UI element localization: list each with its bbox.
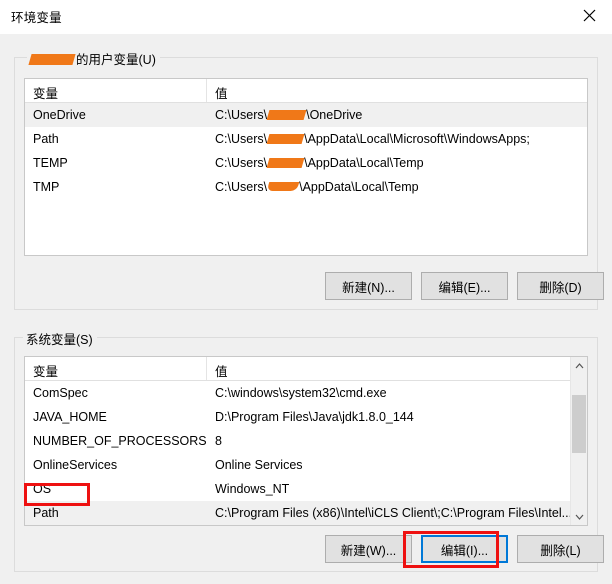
user-variables-group: 的用户变量(U) 变量 值 OneDrive C:\Users\ \OneDriv… bbox=[14, 49, 604, 310]
user-row-name: TEMP bbox=[33, 156, 68, 170]
system-row-name: NUMBER_OF_PROCESSORS bbox=[33, 434, 207, 448]
scroll-up-button[interactable] bbox=[571, 357, 587, 374]
close-icon bbox=[583, 9, 595, 21]
user-variables-list[interactable]: 变量 值 OneDrive C:\Users\ \OneDrive Path C:… bbox=[24, 78, 588, 256]
system-row-value: 8 bbox=[215, 434, 222, 448]
system-column-header-value[interactable]: 值 bbox=[207, 357, 587, 380]
user-row-name: OneDrive bbox=[33, 108, 86, 122]
window-title: 环境变量 bbox=[11, 11, 62, 25]
system-row-path[interactable]: Path C:\Program Files (x86)\Intel\iCLS C… bbox=[25, 501, 587, 525]
redacted-username bbox=[266, 133, 305, 144]
user-column-header-value[interactable]: 值 bbox=[207, 79, 587, 102]
user-row-value: C:\Users\ \AppData\Local\Temp bbox=[215, 156, 424, 170]
system-row-name: OnlineServices bbox=[33, 458, 118, 472]
system-list-header: 变量 值 bbox=[25, 357, 587, 381]
system-row-name: ComSpec bbox=[33, 386, 88, 400]
redacted-username-legend bbox=[28, 54, 76, 66]
system-row-comspec[interactable]: ComSpec C:\windows\system32\cmd.exe bbox=[25, 381, 587, 405]
system-column-header-name[interactable]: 变量 bbox=[25, 357, 207, 380]
system-row-value: Online Services bbox=[215, 458, 303, 472]
system-list-scrollbar[interactable] bbox=[570, 357, 587, 525]
system-row-onlineservices[interactable]: OnlineServices Online Services bbox=[25, 453, 587, 477]
user-row-temp[interactable]: TEMP C:\Users\ \AppData\Local\Temp bbox=[25, 151, 587, 175]
user-row-name: Path bbox=[33, 132, 59, 146]
redacted-username bbox=[266, 109, 307, 120]
user-row-value: C:\Users\ \AppData\Local\Temp bbox=[215, 180, 419, 194]
system-edit-button[interactable]: 编辑(I)... bbox=[421, 535, 508, 563]
user-column-header-name[interactable]: 变量 bbox=[25, 79, 207, 102]
user-variables-legend: 的用户变量(U) bbox=[27, 49, 160, 68]
system-row-number-of-processors[interactable]: NUMBER_OF_PROCESSORS 8 bbox=[25, 429, 587, 453]
chevron-up-icon bbox=[575, 362, 583, 368]
close-button[interactable] bbox=[566, 0, 612, 30]
system-list-rows: ComSpec C:\windows\system32\cmd.exe JAVA… bbox=[25, 381, 587, 526]
scrollbar-thumb[interactable] bbox=[572, 395, 586, 453]
redacted-username bbox=[266, 157, 305, 168]
system-variables-legend: 系统变量(S) bbox=[23, 329, 97, 348]
user-row-value: C:\Users\ \AppData\Local\Microsoft\Window… bbox=[215, 132, 530, 146]
chevron-down-icon bbox=[575, 514, 583, 520]
user-list-header: 变量 值 bbox=[25, 79, 587, 103]
system-delete-button[interactable]: 删除(L) bbox=[517, 535, 604, 563]
system-row-name: OS bbox=[33, 482, 52, 496]
system-row-value: D:\Program Files\Java\jdk1.8.0_144 bbox=[215, 410, 414, 424]
user-list-rows: OneDrive C:\Users\ \OneDrive Path C:\User… bbox=[25, 103, 587, 199]
system-row-value: Windows_NT bbox=[215, 482, 290, 496]
system-row-os[interactable]: OS Windows_NT bbox=[25, 477, 587, 501]
system-row-value: C:\Program Files (x86)\Intel\iCLS Client… bbox=[215, 506, 573, 520]
user-row-path[interactable]: Path C:\Users\ \AppData\Local\Microsoft\W… bbox=[25, 127, 587, 151]
system-new-button[interactable]: 新建(W)... bbox=[325, 535, 412, 563]
scroll-down-button[interactable] bbox=[571, 508, 587, 525]
user-row-name: TMP bbox=[33, 180, 60, 194]
title-bar: 环境变量 bbox=[0, 0, 612, 34]
user-row-onedrive[interactable]: OneDrive C:\Users\ \OneDrive bbox=[25, 103, 587, 127]
user-row-value: C:\Users\ \OneDrive bbox=[215, 108, 363, 122]
user-new-button[interactable]: 新建(N)... bbox=[325, 272, 412, 300]
redacted-username bbox=[266, 182, 300, 192]
system-row-name: JAVA_HOME bbox=[33, 410, 107, 424]
system-row-pathext[interactable]: PATHEXT .COM;.EXE;.BAT;.CMD;.VBS;.VBE;.J… bbox=[25, 525, 587, 526]
system-row-java-home[interactable]: JAVA_HOME D:\Program Files\Java\jdk1.8.0… bbox=[25, 405, 587, 429]
system-variables-group: 系统变量(S) 变量 值 ComSpec C:\windows\system32… bbox=[14, 329, 604, 572]
user-variables-legend-text: 的用户变量(U) bbox=[76, 53, 156, 67]
user-row-tmp[interactable]: TMP C:\Users\ \AppData\Local\Temp bbox=[25, 175, 587, 199]
system-row-name: Path bbox=[33, 506, 59, 520]
user-edit-button[interactable]: 编辑(E)... bbox=[421, 272, 508, 300]
system-variables-list[interactable]: 变量 值 ComSpec C:\windows\system32\cmd.exe… bbox=[24, 356, 588, 526]
user-delete-button[interactable]: 删除(D) bbox=[517, 272, 604, 300]
system-row-value: C:\windows\system32\cmd.exe bbox=[215, 386, 387, 400]
